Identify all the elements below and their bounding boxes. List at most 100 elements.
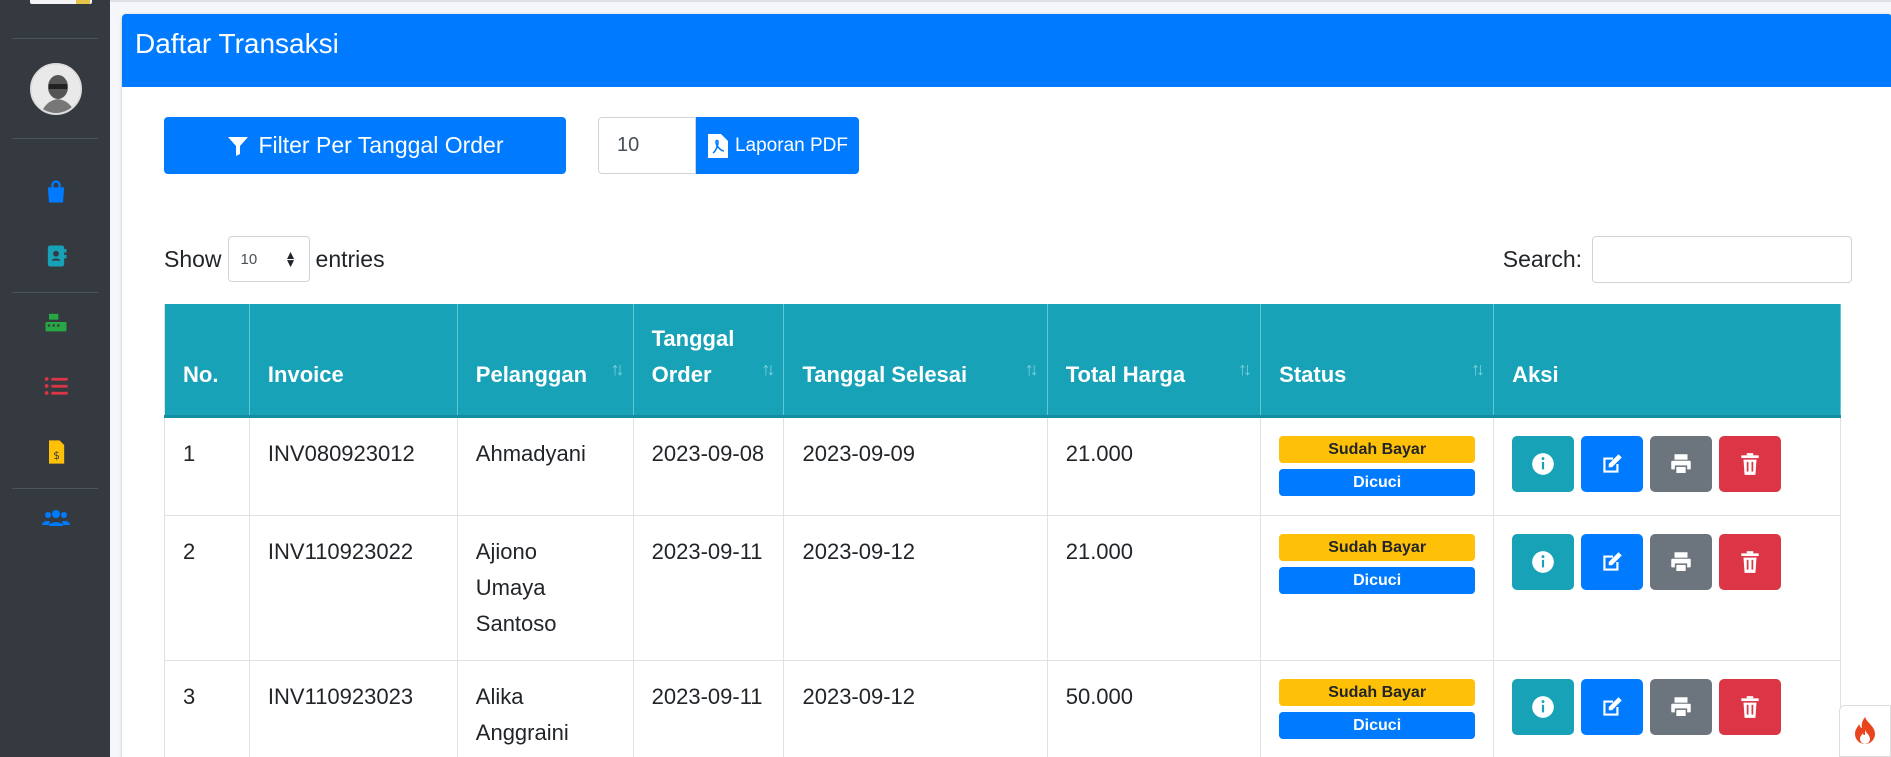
report-limit-input[interactable] — [598, 117, 696, 174]
address-book-icon[interactable] — [40, 240, 72, 272]
transaction-card: Daftar Transaksi Filter Per Tanggal Orde… — [122, 14, 1891, 757]
table-row: 2 INV110923022 Ajiono Umaya Santoso 2023… — [164, 515, 1841, 661]
sort-icon: ↑↓ — [1471, 358, 1485, 379]
cell-no: 1 — [164, 416, 250, 516]
brand-logo — [30, 0, 92, 4]
delete-button[interactable] — [1719, 435, 1782, 492]
transactions-table: No. Invoice Pelanggan ↑↓ Tanggal Order ↑↓ … — [164, 304, 1841, 757]
detail-button[interactable] — [1512, 533, 1575, 590]
delete-button[interactable] — [1719, 678, 1782, 735]
delete-button[interactable] — [1719, 533, 1782, 590]
filter-button-label: Filter Per Tanggal Order — [258, 132, 504, 158]
list-icon[interactable] — [40, 370, 72, 402]
cell-pelanggan: Ajiono Umaya Santoso — [457, 515, 634, 661]
column-header-pelanggan[interactable]: Pelanggan ↑↓ — [457, 304, 634, 418]
sidebar: $ — [0, 0, 110, 757]
table-row: 1 INV080923012 Ahmadyani 2023-09-08 2023… — [164, 416, 1841, 516]
users-icon[interactable] — [40, 502, 72, 534]
detail-button[interactable] — [1512, 435, 1575, 492]
edit-icon — [1603, 551, 1622, 571]
table-header-row: No. Invoice Pelanggan ↑↓ Tanggal Order ↑↓ … — [164, 304, 1841, 418]
cell-invoice: INV110923022 — [249, 515, 458, 661]
print-button[interactable] — [1650, 678, 1713, 735]
table-row: 3 INV110923023 Alika Anggraini 2023-09-1… — [164, 660, 1841, 757]
cell-no: 2 — [164, 515, 250, 661]
cell-tanggal-selesai: 2023-09-12 — [783, 515, 1048, 661]
card-header: Daftar Transaksi — [122, 14, 1891, 87]
cell-invoice: INV110923023 — [249, 660, 458, 757]
column-header-total-harga[interactable]: Total Harga ↑↓ — [1047, 304, 1262, 418]
edit-button[interactable] — [1581, 533, 1644, 590]
cash-register-icon[interactable] — [40, 306, 72, 338]
cell-tanggal-order: 2023-09-08 — [633, 416, 785, 516]
filter-by-date-button[interactable]: Filter Per Tanggal Order — [164, 117, 566, 174]
payment-badge: Sudah Bayar — [1279, 678, 1476, 706]
cell-tanggal-order: 2023-09-11 — [633, 515, 785, 661]
cell-no: 3 — [164, 660, 250, 757]
invoice-dollar-icon[interactable]: $ — [40, 436, 72, 468]
cell-tanggal-selesai: 2023-09-12 — [783, 660, 1048, 757]
edit-icon — [1603, 696, 1622, 716]
cell-total-harga: 50.000 — [1047, 660, 1262, 757]
payment-badge: Sudah Bayar — [1279, 533, 1476, 561]
entries-length-control: Show 10 ▲ ▼ entries — [164, 236, 385, 282]
edit-button[interactable] — [1581, 678, 1644, 735]
pdf-report-button[interactable]: Laporan PDF — [696, 117, 859, 174]
info-icon — [1532, 695, 1554, 718]
cell-status: Sudah Bayar Dicuci — [1260, 515, 1495, 661]
shopping-bag-icon[interactable] — [40, 176, 72, 208]
sort-icon: ↑↓ — [761, 358, 775, 379]
trash-icon — [1741, 695, 1759, 718]
sidebar-divider — [12, 138, 98, 139]
edit-icon — [1603, 453, 1622, 473]
fire-icon[interactable] — [1839, 705, 1891, 757]
print-icon — [1671, 453, 1691, 475]
cell-tanggal-selesai: 2023-09-09 — [783, 416, 1048, 516]
file-pdf-icon — [707, 133, 728, 158]
sidebar-divider — [12, 488, 98, 489]
cell-aksi — [1493, 416, 1841, 516]
filter-icon — [228, 136, 249, 156]
status-badge: Dicuci — [1279, 468, 1476, 496]
status-badge: Dicuci — [1279, 711, 1476, 739]
column-header-tanggal-order[interactable]: Tanggal Order ↑↓ — [633, 304, 785, 418]
main-content: Daftar Transaksi Filter Per Tanggal Orde… — [110, 0, 1891, 757]
column-header-invoice[interactable]: Invoice — [249, 304, 458, 418]
entries-label: entries — [315, 245, 385, 272]
cell-status: Sudah Bayar Dicuci — [1260, 416, 1495, 516]
search-control: Search: — [1502, 236, 1852, 283]
sidebar-divider — [12, 38, 98, 39]
trash-icon — [1741, 550, 1759, 573]
cell-total-harga: 21.000 — [1047, 515, 1262, 661]
cell-pelanggan: Alika Anggraini — [457, 660, 634, 757]
print-button[interactable] — [1650, 435, 1713, 492]
pdf-button-label: Laporan PDF — [734, 134, 848, 156]
cell-aksi — [1493, 660, 1841, 757]
user-avatar[interactable] — [30, 63, 82, 115]
entries-select[interactable]: 10 ▲ ▼ — [227, 236, 310, 282]
column-header-tanggal-selesai[interactable]: Tanggal Selesai ↑↓ — [783, 304, 1048, 418]
column-header-aksi: Aksi — [1493, 304, 1841, 418]
entries-select-value: 10 — [240, 250, 258, 268]
info-icon — [1532, 550, 1554, 573]
payment-badge: Sudah Bayar — [1279, 435, 1476, 463]
cell-invoice: INV080923012 — [249, 416, 458, 516]
search-input[interactable] — [1592, 236, 1852, 283]
cell-pelanggan: Ahmadyani — [457, 416, 634, 516]
select-arrows-icon: ▲ ▼ — [284, 248, 297, 270]
column-header-no[interactable]: No. — [164, 304, 250, 418]
column-header-status[interactable]: Status ↑↓ — [1260, 304, 1495, 418]
print-icon — [1671, 551, 1691, 573]
sort-icon: ↑↓ — [610, 358, 625, 379]
print-icon — [1671, 696, 1691, 718]
sidebar-divider — [12, 292, 98, 293]
detail-button[interactable] — [1512, 678, 1575, 735]
edit-button[interactable] — [1581, 435, 1644, 492]
status-badge: Dicuci — [1279, 566, 1476, 594]
search-label: Search: — [1502, 246, 1582, 272]
print-button[interactable] — [1650, 533, 1713, 590]
show-label: Show — [164, 245, 222, 272]
cell-aksi — [1493, 515, 1841, 661]
sort-icon: ↑↓ — [1238, 358, 1252, 379]
info-icon — [1532, 452, 1554, 475]
